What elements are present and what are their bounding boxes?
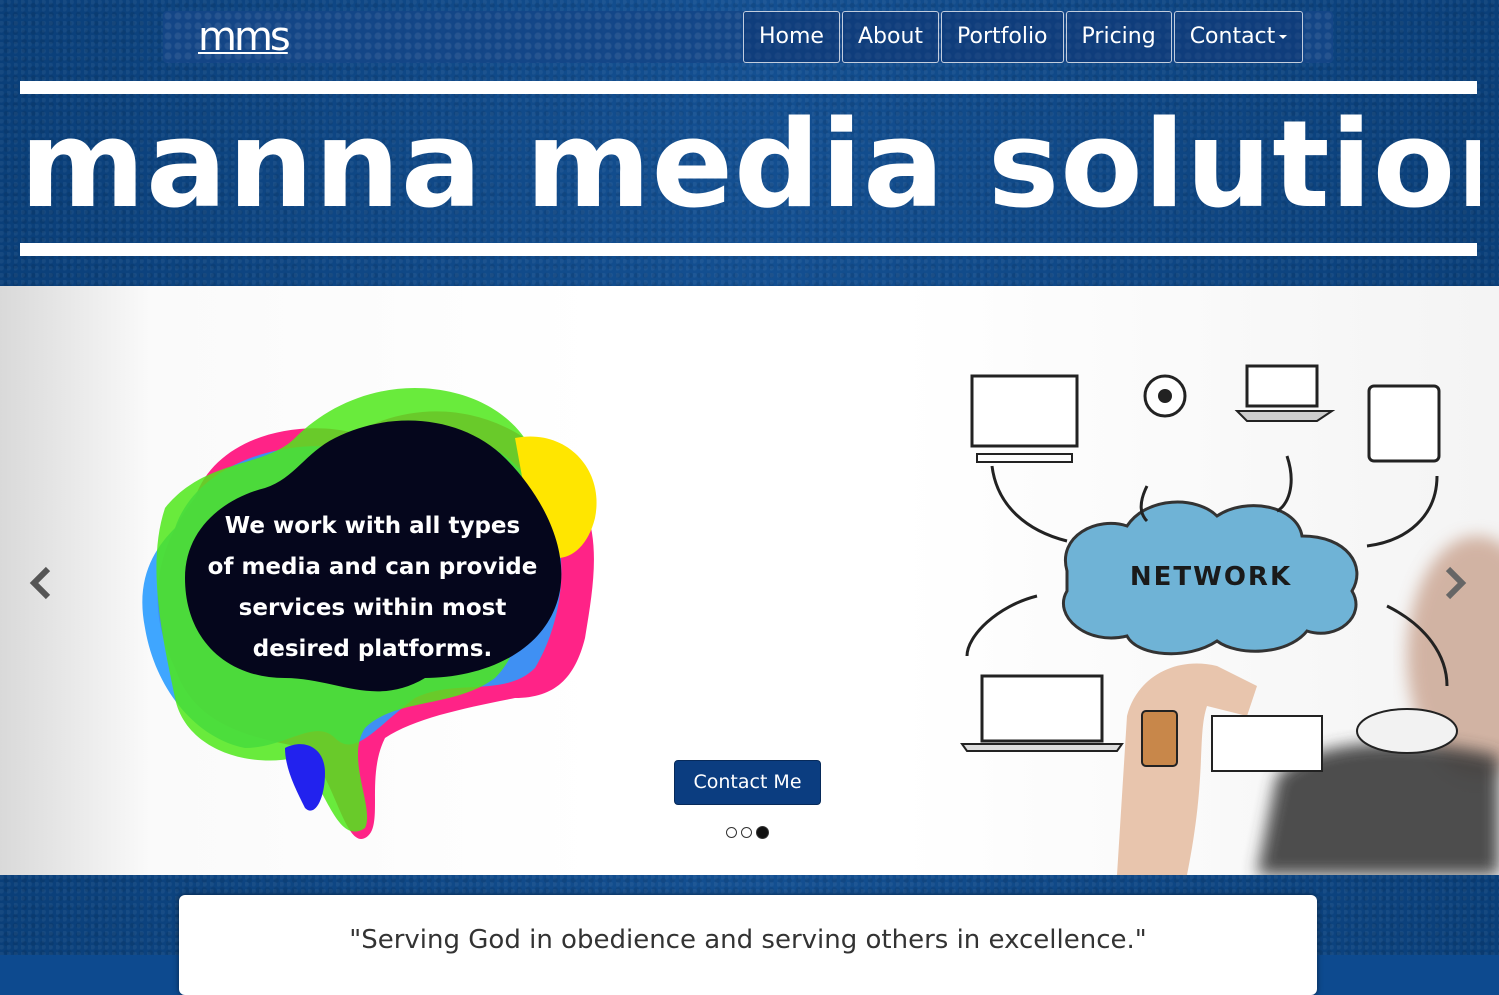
carousel-indicators	[726, 826, 769, 839]
navbar: mms Home About Portfolio Pricing Contact	[163, 11, 1333, 63]
nav-home-button[interactable]: Home	[743, 11, 840, 63]
quote-section: "Serving God in obedience and serving ot…	[0, 875, 1499, 995]
nav-pricing-button[interactable]: Pricing	[1065, 11, 1172, 63]
nav-about-button[interactable]: About	[841, 11, 940, 63]
nav-contact-label: Contact	[1189, 24, 1276, 49]
carousel-indicator-3[interactable]	[756, 826, 769, 839]
mission-quote: "Serving God in obedience and serving ot…	[349, 925, 1147, 955]
carousel-indicator-1[interactable]	[726, 827, 737, 838]
brand-title: manna media solutions	[20, 96, 1480, 235]
network-label: NETWORK	[1129, 562, 1293, 592]
network-illustration: NETWORK	[957, 356, 1499, 875]
caret-down-icon	[1279, 35, 1288, 39]
blob-caption-line: services within most	[238, 595, 507, 621]
blob-caption: We work with all types of media and can …	[190, 506, 555, 670]
chevron-left-icon[interactable]	[28, 566, 54, 605]
blob-caption-line: of media and can provide	[207, 554, 538, 580]
chevron-right-icon[interactable]	[1442, 566, 1468, 605]
quote-card: "Serving God in obedience and serving ot…	[179, 895, 1317, 995]
nav-menu: Home About Portfolio Pricing Contact	[743, 11, 1304, 63]
paint-blob-graphic: We work with all types of media and can …	[135, 378, 635, 848]
nav-contact-dropdown[interactable]: Contact	[1173, 11, 1304, 63]
hero-carousel: We work with all types of media and can …	[0, 286, 1499, 875]
brand-rule-top	[20, 81, 1477, 94]
blob-caption-line: We work with all types	[224, 513, 521, 539]
blob-caption-line: desired platforms.	[252, 636, 493, 662]
nav-portfolio-button[interactable]: Portfolio	[941, 11, 1064, 63]
site-header: mms Home About Portfolio Pricing Contact…	[0, 0, 1499, 286]
carousel-indicator-2[interactable]	[741, 827, 752, 838]
contact-me-button[interactable]: Contact Me	[674, 760, 821, 805]
brand-rule-bottom	[20, 243, 1477, 256]
site-logo[interactable]: mms	[198, 14, 291, 60]
